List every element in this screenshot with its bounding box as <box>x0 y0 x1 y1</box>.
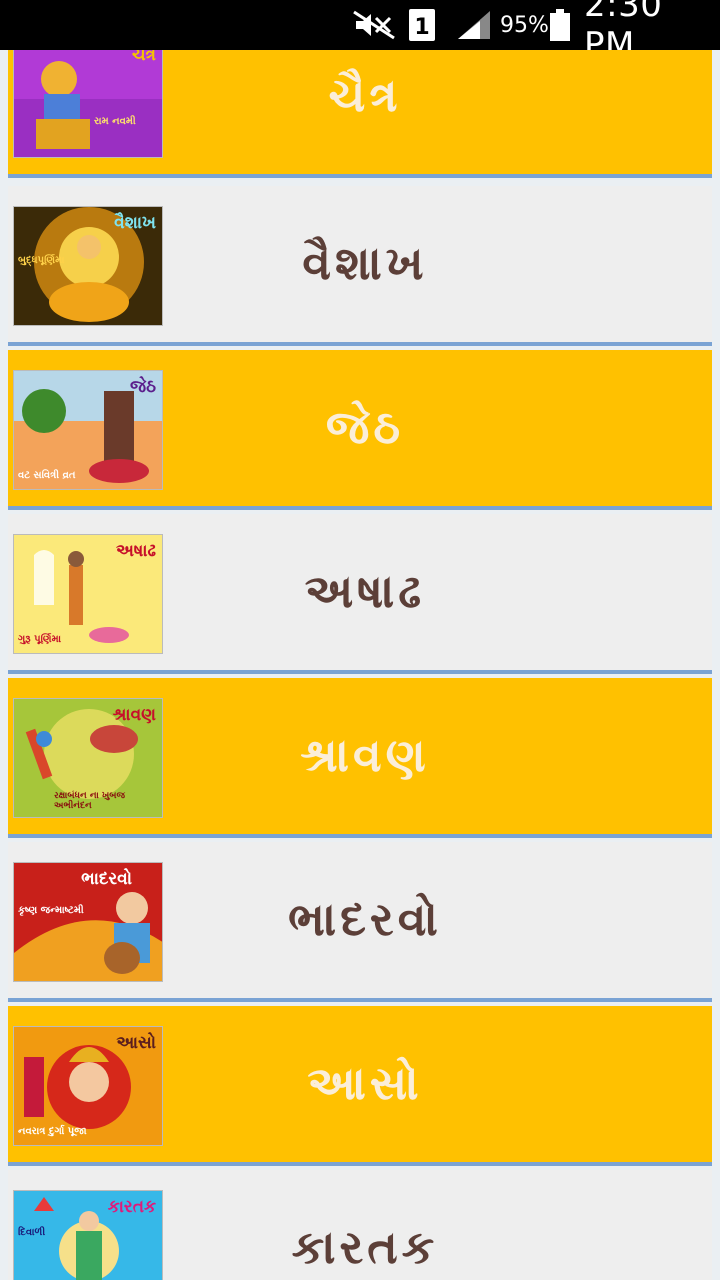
month-item-jeth[interactable]: જેઠ વટ સવિત્રી વ્રત જેઠ <box>8 350 712 510</box>
month-label: શ્રાવણ <box>300 728 430 782</box>
month-thumbnail: ચૈત્ર રામ નવમી <box>13 50 163 158</box>
month-label: ચૈત્ર <box>328 68 402 122</box>
month-item-ashadh[interactable]: અષાઢ ગુરૂ પૂર્ણિમા અષાઢ <box>8 514 712 674</box>
battery-percent: 95% <box>500 12 549 38</box>
month-label: આસો <box>307 1056 423 1110</box>
month-thumbnail: જેઠ વટ સવિત્રી વ્રત <box>13 370 163 490</box>
month-label: ભાદરવો <box>288 892 442 946</box>
month-item-kartak[interactable]: કારતક દિવાળી કારતક <box>8 1170 712 1280</box>
sim-icon: 1 <box>408 0 436 50</box>
sim-number: 1 <box>414 15 429 40</box>
clock-time: 2:30 PM <box>584 0 663 65</box>
thumbnail-caption: રક્ષાબંધન ના ખુબજ અભીનંદન <box>54 791 126 811</box>
month-label: કારતક <box>291 1220 439 1274</box>
month-item-chaitra[interactable]: ચૈત્ર રામ નવમી ચૈત્ર <box>8 50 712 178</box>
month-label: વૈશાખ <box>302 236 428 290</box>
thumbnail-title: ચૈત્ર <box>131 50 156 65</box>
month-item-shravan[interactable]: શ્રાવણ રક્ષાબંધન ના ખુબજ અભીનંદન શ્રાવણ <box>8 678 712 838</box>
thumbnail-caption: રામ નવમી <box>94 116 136 127</box>
thumbnail-caption: દિવાળી <box>18 1227 46 1238</box>
month-item-bhadarvo[interactable]: ભાદરવો કૃષ્ણ જન્માષ્ટમી ભાદરવો <box>8 842 712 1002</box>
month-thumbnail: ભાદરવો કૃષ્ણ જન્માષ્ટમી <box>13 862 163 982</box>
status-bar: 1 95% 2:30 PM <box>0 0 720 65</box>
month-thumbnail: આસો નવરાત્ર દુર્ગા પૂજા <box>13 1026 163 1146</box>
thumbnail-title: વૈશાખ <box>114 213 156 233</box>
month-thumbnail: કારતક દિવાળી <box>13 1190 163 1280</box>
month-thumbnail: વૈશાખ બુદ્ધપૂર્ણિમા <box>13 206 163 326</box>
month-label: અષાઢ <box>304 564 426 618</box>
thumbnail-caption: ગુરૂ પૂર્ણિમા <box>18 634 62 645</box>
thumbnail-title: જેઠ <box>130 377 156 397</box>
month-item-aaso[interactable]: આસો નવરાત્ર દુર્ગા પૂજા આસો <box>8 1006 712 1166</box>
month-label: જેઠ <box>325 400 405 454</box>
thumbnail-caption: કૃષ્ણ જન્માષ્ટમી <box>18 905 84 916</box>
battery-icon <box>549 0 571 50</box>
month-list[interactable]: ચૈત્ર રામ નવમી ચૈત્ર વૈશાખ બુદ્ધપૂર્ણિમા… <box>0 50 720 1280</box>
month-item-vaishakh[interactable]: વૈશાખ બુદ્ધપૂર્ણિમા વૈશાખ <box>8 186 712 346</box>
thumbnail-title: શ્રાવણ <box>112 705 156 725</box>
thumbnail-title: આસો <box>116 1033 156 1053</box>
thumbnail-caption: વટ સવિત્રી વ્રત <box>18 470 76 481</box>
month-thumbnail: શ્રાવણ રક્ષાબંધન ના ખુબજ અભીનંદન <box>13 698 163 818</box>
thumbnail-title: અષાઢ <box>115 541 156 561</box>
thumbnail-caption: નવરાત્ર દુર્ગા પૂજા <box>18 1126 87 1137</box>
thumbnail-title: કારતક <box>107 1197 156 1217</box>
signal-icon <box>456 0 492 50</box>
mute-icon <box>352 0 396 50</box>
thumbnail-title: ભાદરવો <box>81 869 132 889</box>
thumbnail-caption: બુદ્ધપૂર્ણિમા <box>18 255 65 266</box>
month-thumbnail: અષાઢ ગુરૂ પૂર્ણિમા <box>13 534 163 654</box>
